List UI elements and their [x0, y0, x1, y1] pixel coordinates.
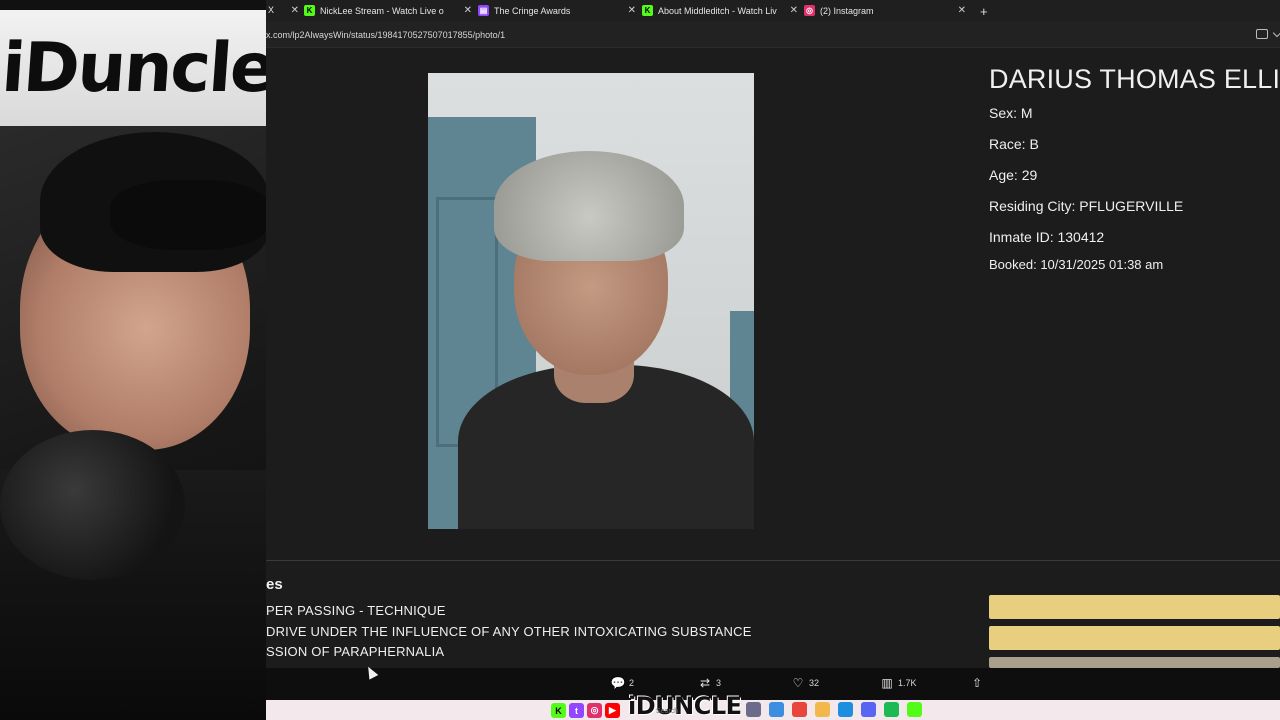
charge-status-bar [989, 657, 1280, 668]
tab-x[interactable]: X ✕ [266, 0, 302, 22]
charge-status-bar [989, 595, 1280, 619]
view-count: 1.7K [898, 678, 917, 688]
field-race: Race: B [989, 136, 1039, 152]
discord-icon[interactable] [861, 702, 876, 717]
reply-icon: 💬 [610, 676, 626, 690]
twitch-icon: ▤ [478, 5, 489, 16]
field-age: Age: 29 [989, 167, 1038, 183]
field-sex: Sex: M [989, 105, 1033, 121]
app-icon[interactable] [746, 702, 761, 717]
copilot-icon[interactable] [769, 702, 784, 717]
page-content: DARIUS THOMAS ELLI Sex: M Race: B Age: 2… [266, 48, 1280, 668]
microphone [0, 430, 185, 580]
close-icon[interactable]: ✕ [628, 5, 636, 16]
photo-hair [494, 151, 684, 261]
chrome-icon[interactable] [792, 702, 807, 717]
section-divider [266, 560, 1280, 561]
taskbar-apps [746, 702, 922, 717]
share-icon: ⇧ [971, 676, 983, 690]
repost-icon: ⇄ [699, 676, 711, 690]
inmate-name: DARIUS THOMAS ELLI [989, 64, 1280, 94]
charge-item: DRIVE UNDER THE INFLUENCE OF ANY OTHER I… [266, 624, 752, 639]
url-text[interactable]: x.com/lp2AlwaysWin/status/19841705275070… [266, 30, 505, 40]
instagram-icon: ◎ [804, 5, 815, 16]
taskbar: K t ◎ ▶ iDUNCLE Search [266, 692, 1280, 720]
tab-label: NickLee Stream - Watch Live o [320, 6, 444, 16]
browser-window: X ✕ K NickLee Stream - Watch Live o ✕ ▤ … [266, 0, 1280, 720]
webcam-overlay: iDuncle [0, 0, 266, 720]
tab-nicklee-stream[interactable]: K NickLee Stream - Watch Live o ✕ [302, 0, 476, 22]
tab-label: The Cringe Awards [494, 6, 571, 16]
charges-heading: es [266, 576, 283, 593]
cast-icon[interactable] [1256, 29, 1268, 39]
mugshot-photo[interactable] [428, 73, 754, 529]
like-button[interactable]: ♡ 32 [791, 676, 819, 690]
twitch-icon: t [569, 703, 584, 718]
address-bar[interactable]: x.com/lp2AlwaysWin/status/19841705275070… [266, 22, 1280, 48]
kick-app-icon[interactable] [907, 702, 922, 717]
field-inmate-id: Inmate ID: 130412 [989, 229, 1105, 245]
taskbar-search[interactable]: Search [656, 708, 678, 715]
tab-label: X [268, 5, 275, 15]
edge-icon[interactable] [838, 702, 853, 717]
charge-status-bar [989, 626, 1280, 650]
charge-item: PER PASSING - TECHNIQUE [266, 603, 446, 618]
share-button[interactable]: ⇧ [970, 676, 984, 690]
analytics-icon: ▥ [881, 676, 893, 690]
chevron-down-icon[interactable] [1272, 28, 1280, 38]
tab-instagram[interactable]: ◎ (2) Instagram ✕ [802, 0, 970, 22]
field-booked: Booked: 10/31/2025 01:38 am [989, 257, 1164, 272]
instagram-icon: ◎ [587, 703, 602, 718]
repost-count: 3 [716, 678, 722, 688]
charge-item: SSION OF PARAPHERNALIA [266, 644, 445, 659]
repost-button[interactable]: ⇄ 3 [698, 676, 721, 690]
spotify-icon[interactable] [884, 702, 899, 717]
kick-icon: K [304, 5, 315, 16]
close-icon[interactable]: ✕ [790, 5, 798, 16]
cap-brim [110, 180, 266, 250]
tab-cringe-awards[interactable]: ▤ The Cringe Awards ✕ [476, 0, 640, 22]
close-icon[interactable]: ✕ [464, 5, 472, 16]
social-icons: K t ◎ ▶ [551, 703, 620, 718]
tab-label: About Middleditch - Watch Liv [658, 6, 777, 16]
new-tab-button[interactable]: + [980, 4, 988, 19]
tab-bar: X ✕ K NickLee Stream - Watch Live o ✕ ▤ … [266, 0, 1280, 22]
views-button[interactable]: ▥ 1.7K [880, 676, 917, 690]
brand-watermark: iDUNCLE [628, 692, 742, 720]
like-count: 32 [809, 678, 820, 688]
tab-middleditch[interactable]: K About Middleditch - Watch Liv ✕ [640, 0, 802, 22]
field-residing-city: Residing City: PFLUGERVILLE [989, 198, 1184, 214]
post-action-bar: 💬 2 ⇄ 3 ♡ 32 ▥ 1.7K ⇧ [266, 668, 1280, 700]
close-icon[interactable]: ✕ [291, 5, 299, 16]
reply-count: 2 [629, 678, 635, 688]
kick-icon: K [642, 5, 653, 16]
folder-icon[interactable] [815, 702, 830, 717]
streamer-logo: iDuncle [0, 10, 266, 126]
close-icon[interactable]: ✕ [958, 5, 966, 16]
heart-icon: ♡ [792, 676, 804, 690]
tab-label: (2) Instagram [820, 6, 874, 16]
reply-button[interactable]: 💬 2 [611, 676, 634, 690]
youtube-icon: ▶ [605, 703, 620, 718]
kick-icon: K [551, 703, 566, 718]
